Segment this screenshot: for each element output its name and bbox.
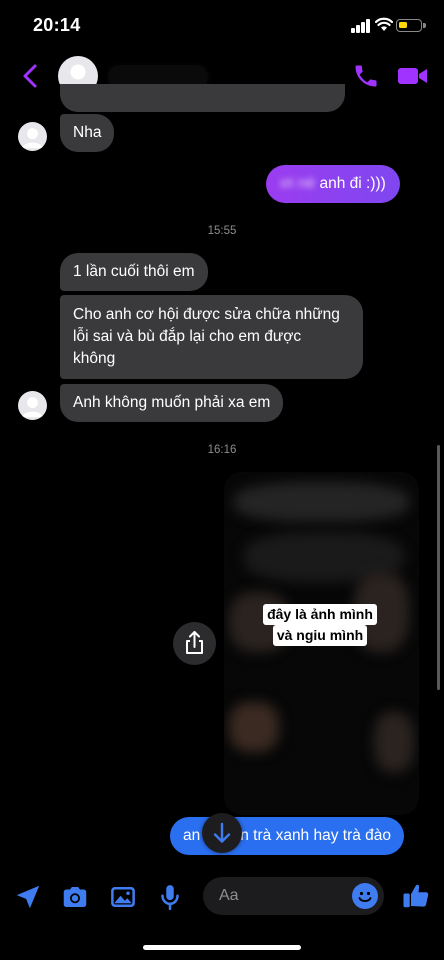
- message-bubble[interactable]: 1 lần cuối thôi em: [60, 253, 208, 291]
- message-text-line: không: [73, 350, 116, 367]
- status-bar: 20:14: [0, 0, 444, 52]
- phone-icon: [355, 65, 377, 87]
- message-bubble[interactable]: Anh không muốn phải xa em: [60, 384, 284, 422]
- thumbs-up-icon: [403, 884, 429, 908]
- like-button[interactable]: [401, 880, 431, 910]
- emoji-button[interactable]: [352, 883, 378, 909]
- gallery-button[interactable]: [108, 882, 138, 912]
- home-indicator[interactable]: [143, 945, 301, 950]
- message-bubble[interactable]: Cho anh cơ hội được sửa chữa những lỗi s…: [60, 295, 363, 379]
- message-text-line: Cho anh cơ hội được sửa chữa những: [73, 306, 340, 323]
- emoji-icon: [358, 891, 372, 902]
- image-attachment[interactable]: đây là ảnh mình và ngiu mình: [224, 472, 419, 815]
- blurred-text: ơi nè: [280, 175, 316, 192]
- composer-bar: [0, 870, 444, 926]
- sender-avatar[interactable]: [18, 122, 47, 151]
- signal-icon: [351, 19, 371, 33]
- call-button[interactable]: [352, 62, 380, 90]
- chevron-left-icon: [23, 64, 37, 88]
- message-text: n trà xanh hay trà đào: [240, 827, 392, 844]
- image-caption-line: đây là ảnh mình: [263, 604, 377, 625]
- message-text: Nha: [73, 124, 102, 141]
- message-text-line: lỗi sai và bù đắp lại cho em được: [73, 328, 302, 345]
- microphone-button[interactable]: [155, 882, 185, 912]
- timestamp: 16:16: [207, 444, 237, 456]
- scrollbar[interactable]: [437, 445, 440, 690]
- location-button[interactable]: [13, 882, 43, 912]
- image-caption-line: và ngiu mình: [272, 625, 368, 646]
- message-bubble-sent[interactable]: ơi nè anh đi :))): [266, 165, 400, 203]
- camera-button[interactable]: [60, 882, 90, 912]
- camera-icon: [63, 887, 87, 907]
- message-bubble[interactable]: Nha: [60, 114, 115, 152]
- sender-avatar[interactable]: [18, 391, 47, 420]
- video-camera-icon: [398, 68, 427, 84]
- message-text: an: [183, 827, 201, 844]
- default-avatar-icon: [22, 128, 43, 149]
- video-call-button[interactable]: [397, 64, 429, 88]
- timestamp: 15:55: [207, 225, 237, 237]
- arrow-down-icon: [213, 822, 231, 843]
- back-button[interactable]: [18, 62, 42, 90]
- default-avatar-icon: [22, 397, 43, 418]
- message-bubble-partial[interactable]: [60, 84, 345, 112]
- wifi-icon: [375, 17, 393, 31]
- share-icon: [186, 631, 203, 654]
- gallery-icon: [111, 887, 135, 907]
- message-text: Anh không muốn phải xa em: [73, 394, 271, 411]
- location-arrow-icon: [16, 885, 40, 909]
- share-button[interactable]: [173, 622, 216, 665]
- microphone-icon: [161, 885, 179, 911]
- battery-icon: [396, 19, 426, 32]
- message-text: 1 lần cuối thôi em: [73, 263, 195, 280]
- message-text: anh đi :))): [319, 175, 386, 192]
- status-time: 20:14: [33, 15, 81, 35]
- scroll-to-bottom-button[interactable]: [202, 813, 242, 853]
